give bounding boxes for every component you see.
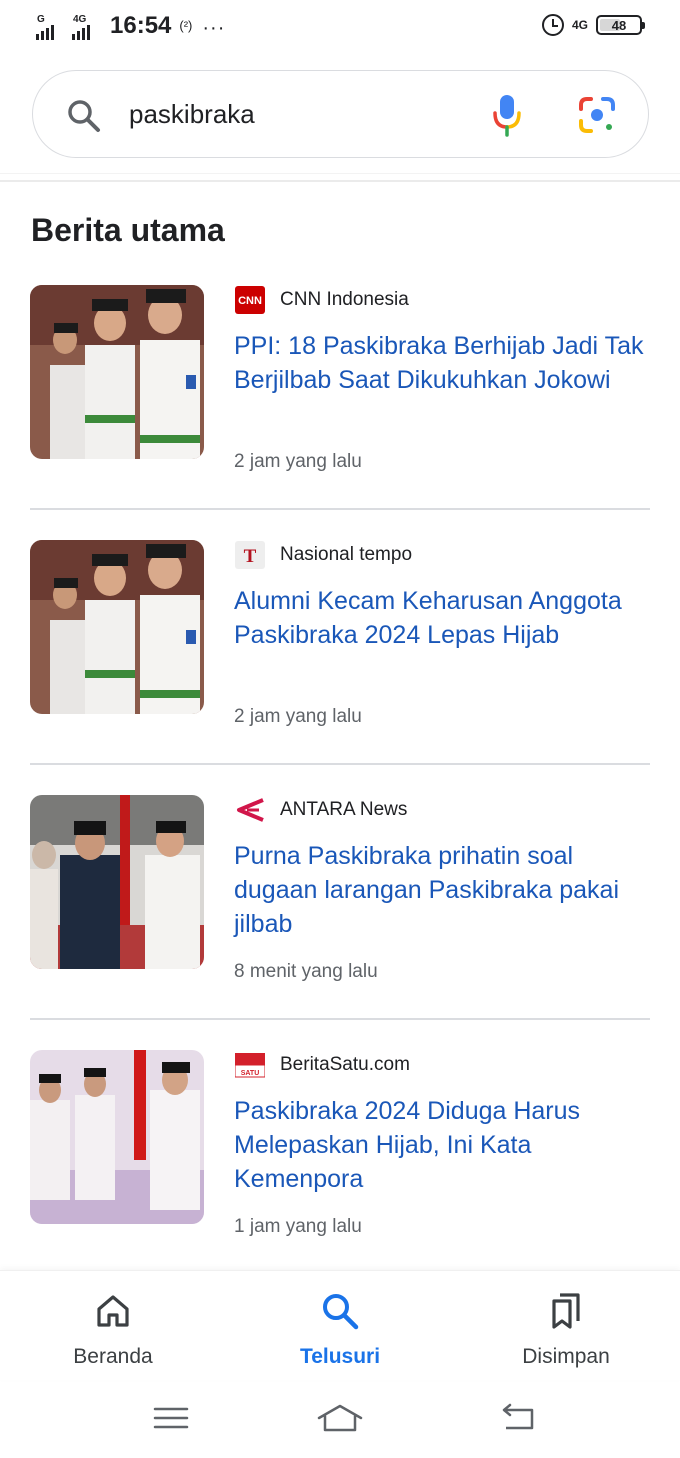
bottom-navigation: Beranda Telusuri Disimpan: [0, 1270, 680, 1380]
nav-home-label: Beranda: [73, 1345, 153, 1368]
news-headline-link[interactable]: Purna Paskibraka prihatin soal dugaan la…: [234, 839, 650, 941]
mic-icon[interactable]: [491, 93, 523, 137]
news-card[interactable]: ANTARA News Purna Paskibraka prihatin so…: [30, 795, 650, 1050]
system-navigation-bar: [0, 1384, 680, 1458]
battery-icon: 48: [596, 15, 645, 35]
news-timestamp: 2 jam yang lalu: [234, 451, 362, 472]
header-divider: [0, 180, 680, 182]
status-bar: G 4G 16:54 (²) ··· 4G 48: [0, 0, 680, 56]
news-source: T Nasional tempo: [234, 540, 412, 570]
news-source: SATU BeritaSatu.com: [234, 1050, 410, 1080]
google-lens-icon[interactable]: [577, 95, 617, 135]
nav-search[interactable]: Telusuri: [260, 1291, 420, 1369]
recent-apps-icon[interactable]: [146, 1400, 196, 1436]
home-gesture-icon[interactable]: [315, 1400, 365, 1436]
news-card[interactable]: SATU BeritaSatu.com Paskibraka 2024 Didu…: [30, 1050, 650, 1305]
home-icon: [97, 1295, 129, 1327]
search-bar[interactable]: paskibraka: [32, 70, 649, 158]
news-thumbnail[interactable]: [30, 795, 204, 969]
news-divider: [30, 1018, 650, 1020]
alarm-icon: [541, 14, 564, 36]
news-card[interactable]: CNN CNN Indonesia PPI: 18 Paskibraka Ber…: [30, 285, 650, 540]
header-divider-shadow: [0, 173, 680, 174]
news-source: ANTARA News: [234, 795, 407, 825]
nav-saved-label: Disimpan: [522, 1345, 610, 1368]
nav-search-label: Telusuri: [299, 1345, 381, 1368]
signal-sim1-icon: G: [36, 14, 66, 40]
section-title: Berita utama: [31, 212, 225, 248]
news-timestamp: 8 menit yang lalu: [234, 961, 378, 982]
news-headline-link[interactable]: Paskibraka 2024 Diduga Harus Melepaskan …: [234, 1094, 650, 1196]
news-timestamp: 1 jam yang lalu: [234, 1216, 362, 1237]
tempo-logo-icon: T: [234, 541, 266, 569]
news-headline-link[interactable]: Alumni Kecam Keharusan Anggota Paskibrak…: [234, 584, 650, 652]
svg-text:CNN: CNN: [238, 295, 262, 307]
news-source: CNN CNN Indonesia: [234, 285, 409, 315]
antara-logo-icon: [234, 796, 266, 824]
news-divider: [30, 763, 650, 765]
nav-home[interactable]: Beranda: [33, 1291, 193, 1369]
beritasatu-logo-icon: SATU: [234, 1051, 266, 1079]
network-4g-icon: 4G: [571, 18, 588, 32]
news-headline-link[interactable]: PPI: 18 Paskibraka Berhijab Jadi Tak Ber…: [234, 329, 650, 397]
search-input[interactable]: paskibraka: [129, 99, 255, 130]
battery-level: 48: [611, 17, 627, 33]
bookmarks-icon: [552, 1293, 580, 1329]
more-notifications-icon: ···: [202, 17, 226, 39]
nav-saved[interactable]: Disimpan: [486, 1291, 646, 1369]
news-timestamp: 2 jam yang lalu: [234, 706, 362, 727]
back-icon[interactable]: [494, 1400, 544, 1436]
search-icon[interactable]: [67, 99, 101, 133]
signal-sim2-icon: 4G: [72, 14, 102, 40]
svg-text:T: T: [244, 546, 257, 567]
news-thumbnail[interactable]: [30, 540, 204, 714]
clock: 16:54: [110, 12, 172, 39]
search-icon: [323, 1294, 359, 1330]
news-card[interactable]: T Nasional tempo Alumni Kecam Keharusan …: [30, 540, 650, 795]
hotspot-icon: (²): [179, 18, 193, 33]
svg-text:SATU: SATU: [241, 1070, 260, 1077]
news-thumbnail[interactable]: [30, 1050, 204, 1224]
news-divider: [30, 508, 650, 510]
cnn-logo-icon: CNN: [234, 286, 266, 314]
news-thumbnail[interactable]: [30, 285, 204, 459]
